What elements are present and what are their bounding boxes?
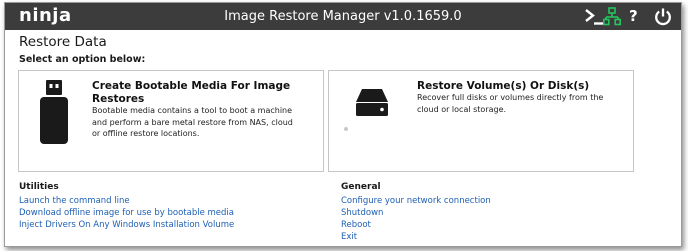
configure-network-link[interactable]: Configure your network connection: [341, 195, 491, 207]
general-links: Configure your network connection Shutdo…: [341, 195, 491, 243]
title-bar: ninja Image Restore Manager v1.0.1659.0 …: [5, 3, 681, 30]
restore-volume-card[interactable]: Restore Volume(s) Or Disk(s) Recover ful…: [328, 70, 634, 172]
app-title: Image Restore Manager v1.0.1659.0: [224, 9, 462, 24]
create-bootable-media-card[interactable]: Create Bootable Media For Image Restores…: [18, 70, 324, 172]
shutdown-link[interactable]: Shutdown: [341, 207, 491, 219]
hard-disk-icon: [356, 89, 388, 116]
usb-drive-icon: [40, 80, 68, 144]
terminal-icon[interactable]: [584, 7, 604, 26]
utilities-heading: Utilities: [19, 182, 59, 192]
page-subtitle: Select an option below:: [19, 54, 146, 65]
network-icon[interactable]: [603, 7, 621, 26]
decorative-dot: [344, 127, 348, 131]
exit-link[interactable]: Exit: [341, 231, 491, 243]
app-window: ninja Image Restore Manager v1.0.1659.0 …: [4, 2, 682, 247]
reboot-link[interactable]: Reboot: [341, 219, 491, 231]
page-title: Restore Data: [19, 34, 107, 50]
launch-command-line-link[interactable]: Launch the command line: [19, 195, 234, 207]
general-heading: General: [341, 182, 381, 192]
help-icon[interactable]: ?: [629, 7, 639, 26]
inject-drivers-link[interactable]: Inject Drivers On Any Windows Installati…: [19, 219, 234, 231]
download-offline-image-link[interactable]: Download offline image for use by bootab…: [19, 207, 234, 219]
card-description: Bootable media contains a tool to boot a…: [92, 106, 293, 138]
utilities-links: Launch the command line Download offline…: [19, 195, 234, 231]
power-icon[interactable]: [654, 7, 672, 26]
card-title: Create Bootable Media For Image Restores: [92, 80, 291, 105]
card-description: Recover full disks or volumes directly f…: [417, 93, 604, 114]
